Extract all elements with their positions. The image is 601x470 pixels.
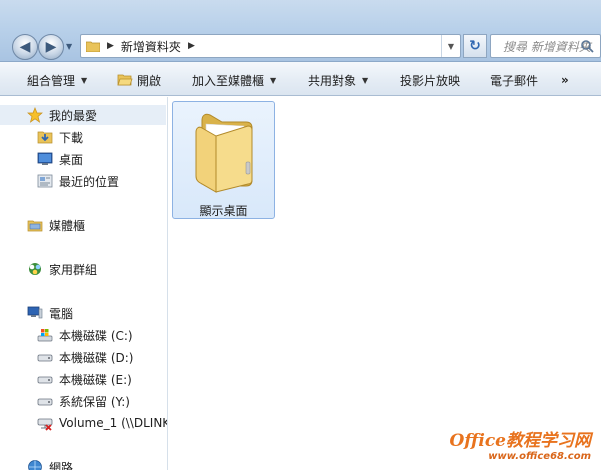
nav-item-label: 家用群組 <box>49 262 98 277</box>
nav-item-label: 我的最愛 <box>49 108 98 123</box>
arrow-left-icon: ◀ <box>19 39 31 55</box>
search-input[interactable]: 搜尋 新增資料夾 <box>490 34 601 58</box>
add-to-library-label: 加入至媒體櫃 <box>192 73 265 88</box>
open-label: 開啟 <box>137 73 162 88</box>
arrow-right-icon: ▶ <box>45 39 57 55</box>
computer-icon <box>27 306 43 319</box>
more-commands-label: » <box>561 73 569 87</box>
folder-open-icon <box>117 74 133 86</box>
hard-drive-icon <box>37 354 53 362</box>
recent-places-icon <box>37 174 53 188</box>
nav-item-network[interactable]: 網路 <box>27 458 73 470</box>
refresh-icon: ↻ <box>469 38 481 54</box>
recent-pages-dropdown[interactable]: ▼ <box>66 42 76 52</box>
nav-item-drive-e[interactable]: 本機磁碟 (E:) <box>37 370 132 388</box>
title-bar: ◀ ▶ ▼ ▶ 新增資料夾 ▶ ▼ ↻ 搜尋 新增資料夾 <box>0 0 601 62</box>
libraries-icon <box>27 220 43 232</box>
nav-item-label: 媒體櫃 <box>49 218 86 233</box>
nav-item-label: Volume_1 (\\DLINK <box>59 416 168 430</box>
watermark-title: Office教程学习网 <box>449 431 592 451</box>
more-commands-button[interactable]: » <box>561 71 569 89</box>
email-button[interactable]: 電子郵件 <box>490 71 538 89</box>
chevron-down-icon: ▼ <box>81 75 88 85</box>
nav-item-label: 本機磁碟 (E:) <box>59 372 132 387</box>
folder-icon <box>195 113 253 193</box>
nav-item-libraries[interactable]: 媒體櫃 <box>27 216 85 234</box>
nav-item-recent-places[interactable]: 最近的位置 <box>37 172 119 190</box>
command-bar: 組合管理 ▼ 開啟 加入至媒體櫃 ▼ 共用對象 ▼ 投影片放映 電子郵件 » <box>0 62 601 96</box>
system-drive-icon <box>37 329 53 342</box>
breadcrumb-folder[interactable]: 新增資料夾 <box>121 38 181 55</box>
nav-item-label: 電腦 <box>49 306 74 321</box>
nav-item-drive-y[interactable]: 系統保留 (Y:) <box>37 392 130 410</box>
address-dropdown[interactable]: ▼ <box>441 35 460 57</box>
nav-item-computer[interactable]: 電腦 <box>27 304 73 322</box>
organize-button[interactable]: 組合管理 ▼ <box>27 71 87 89</box>
nav-item-desktop[interactable]: 桌面 <box>37 150 83 168</box>
nav-item-downloads[interactable]: 下載 <box>37 128 83 146</box>
back-button[interactable]: ◀ <box>12 34 38 60</box>
share-with-label: 共用對象 <box>308 73 357 88</box>
nav-item-label: 下載 <box>59 130 84 145</box>
desktop-icon <box>37 152 53 165</box>
search-placeholder: 搜尋 新增資料夾 <box>503 39 591 54</box>
add-to-library-button[interactable]: 加入至媒體櫃 ▼ <box>192 71 276 89</box>
chevron-down-icon: ▼ <box>270 75 277 85</box>
watermark-url: www.office68.com <box>488 451 591 462</box>
search-icon[interactable] <box>580 39 594 53</box>
file-item-label: 顯示桌面 <box>199 204 248 218</box>
forward-button[interactable]: ▶ <box>38 34 64 60</box>
watermark: Office教程学习网 www.office68.com <box>450 426 592 462</box>
nav-item-network-drive[interactable]: Volume_1 (\\DLINK <box>37 414 168 432</box>
nav-item-drive-c[interactable]: 本機磁碟 (C:) <box>37 326 133 344</box>
chevron-down-icon: ▼ <box>362 75 369 85</box>
nav-item-label: 本機磁碟 (D:) <box>59 350 134 365</box>
open-button[interactable]: 開啟 <box>117 71 161 89</box>
breadcrumb-separator[interactable]: ▶ <box>188 41 195 51</box>
breadcrumb-separator[interactable]: ▶ <box>107 41 114 51</box>
hard-drive-icon <box>37 398 53 406</box>
refresh-button[interactable]: ↻ <box>463 34 487 58</box>
network-icon <box>28 460 42 470</box>
nav-item-label: 系統保留 (Y:) <box>59 394 130 409</box>
nav-item-label: 網路 <box>49 460 74 470</box>
address-bar[interactable]: ▶ 新增資料夾 ▶ ▼ <box>80 34 461 58</box>
nav-item-label: 桌面 <box>59 152 84 167</box>
folder-icon <box>86 41 100 52</box>
nav-item-label: 最近的位置 <box>59 174 120 189</box>
nav-item-label: 本機磁碟 (C:) <box>59 328 133 343</box>
nav-item-favorites[interactable]: 我的最愛 <box>27 106 97 124</box>
file-list[interactable]: 顯示桌面 Office教程学习网 www.office68.com <box>169 97 601 470</box>
nav-item-drive-d[interactable]: 本機磁碟 (D:) <box>37 348 133 366</box>
hard-drive-icon <box>37 376 53 384</box>
navigation-pane: 我的最愛 下載 桌面 最近的位置 媒體櫃 家用群組 電腦 本機磁碟 (C:) 本… <box>0 97 168 470</box>
slideshow-label: 投影片放映 <box>400 73 461 88</box>
organize-label: 組合管理 <box>27 73 76 88</box>
share-with-button[interactable]: 共用對象 ▼ <box>308 71 368 89</box>
disconnected-network-drive-icon <box>37 418 53 431</box>
homegroup-icon <box>29 263 41 275</box>
file-item[interactable]: 顯示桌面 <box>172 101 275 219</box>
nav-item-homegroup[interactable]: 家用群組 <box>27 260 97 278</box>
slideshow-button[interactable]: 投影片放映 <box>400 71 460 89</box>
star-icon <box>27 107 43 123</box>
downloads-folder-icon <box>37 131 53 144</box>
email-label: 電子郵件 <box>490 73 539 88</box>
